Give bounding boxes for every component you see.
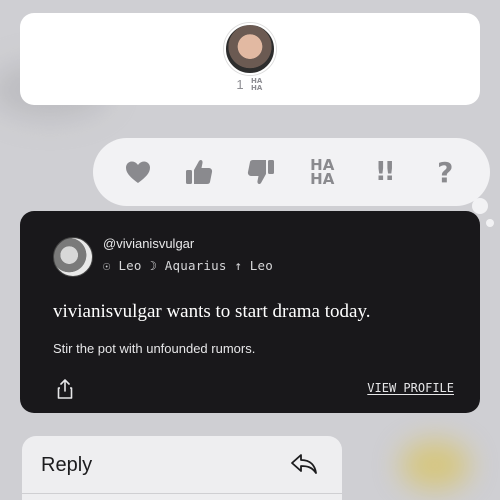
reply-arrow-icon	[291, 454, 317, 474]
thumbs-up-icon	[186, 159, 213, 184]
message-headline: vivianisvulgar wants to start drama toda…	[53, 301, 371, 322]
profile-message-card: @vivianisvulgar ☉ Leo ☽ Aquarius ↑ Leo v…	[20, 211, 480, 413]
heart-icon	[125, 161, 150, 183]
reaction-count: 1	[236, 77, 244, 92]
tapback-bubble-tail-small	[486, 219, 494, 227]
haha-icon: HA HA	[310, 156, 335, 188]
thumbs-down-icon	[247, 160, 274, 185]
tapback-bar: HA HA !! ?	[93, 138, 490, 206]
tapback-thumbs-down[interactable]	[239, 150, 283, 194]
tapback-emphasize[interactable]: !!	[362, 150, 406, 194]
message-subline: Stir the pot with unfounded rumors.	[53, 341, 256, 356]
tapback-haha[interactable]: HA HA	[300, 150, 344, 194]
tapback-thumbs-up[interactable]	[177, 150, 221, 194]
exclamation-icon: !!	[374, 157, 396, 187]
reply-menu-item[interactable]: Reply	[22, 436, 342, 492]
question-icon: ?	[437, 155, 454, 189]
reaction-summary-card: 1 HA HA	[20, 13, 480, 105]
reactor-avatar[interactable]	[224, 23, 276, 75]
share-icon[interactable]	[57, 379, 73, 399]
haha-reaction-icon: HA HA	[250, 76, 263, 92]
reaction-count-row: 1 HA HA	[236, 77, 263, 92]
profile-handle: @vivianisvulgar	[103, 236, 195, 251]
tapback-heart[interactable]	[116, 150, 160, 194]
astrology-signs: ☉ Leo ☽ Aquarius ↑ Leo	[103, 258, 273, 273]
view-profile-link[interactable]: VIEW PROFILE	[367, 381, 454, 395]
menu-divider	[22, 493, 342, 494]
reply-label: Reply	[41, 454, 93, 476]
profile-avatar[interactable]	[53, 237, 93, 277]
tapback-question[interactable]: ?	[423, 150, 467, 194]
context-menu: Reply	[22, 436, 342, 500]
blurred-background-accent	[400, 440, 470, 490]
tapback-bubble-tail	[472, 198, 488, 214]
